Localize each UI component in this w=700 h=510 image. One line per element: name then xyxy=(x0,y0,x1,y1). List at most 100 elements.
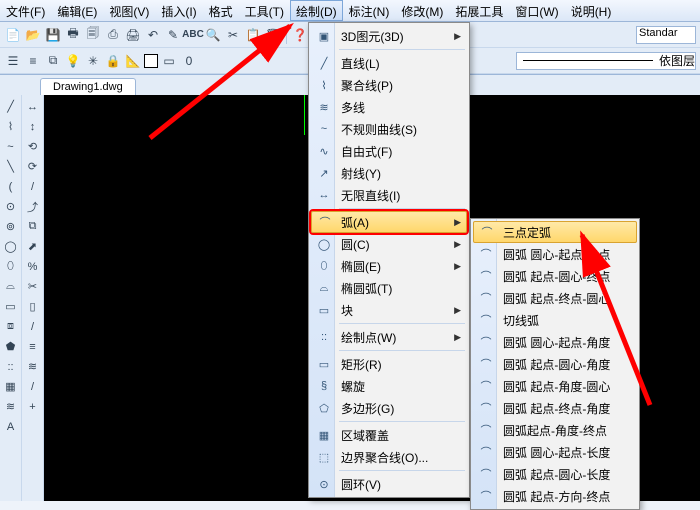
tool-button[interactable]: ⤴ xyxy=(24,198,41,215)
toolbar-button[interactable]: 💡 xyxy=(64,52,82,70)
tool-button[interactable]: / xyxy=(24,178,41,195)
menu-修改m[interactable]: 修改(M) xyxy=(395,0,449,21)
menu-item[interactable]: ⌒圆弧 圆心-起点-终点 xyxy=(473,243,637,265)
toolbar-button[interactable]: 🔍 xyxy=(204,26,222,44)
tool-button[interactable]: ≋ xyxy=(24,358,41,375)
tool-button[interactable]: ▯ xyxy=(24,298,41,315)
toolbar-button[interactable]: ✎ xyxy=(164,26,182,44)
menu-item[interactable]: §螺旋 xyxy=(311,375,467,397)
menu-item[interactable]: ⌒圆弧 起点-圆心-长度 xyxy=(473,463,637,485)
tool-button[interactable]: ╱ xyxy=(2,98,19,115)
menu-item[interactable]: ⌒圆弧 起点-终点-角度 xyxy=(473,397,637,419)
tool-button[interactable]: / xyxy=(24,378,41,395)
menu-item[interactable]: ▭矩形(R) xyxy=(311,353,467,375)
menu-窗口w[interactable]: 窗口(W) xyxy=(509,0,564,21)
document-tab[interactable]: Drawing1.dwg xyxy=(40,78,136,95)
toolbar-button[interactable]: ↶ xyxy=(144,26,162,44)
menu-item[interactable]: ⌒弧(A)▶ xyxy=(311,211,467,233)
tool-button[interactable]: ✂ xyxy=(24,278,41,295)
menu-item[interactable]: ⌒切线弧 xyxy=(473,309,637,331)
tool-button[interactable]: ( xyxy=(2,178,19,195)
menu-item[interactable]: ↔无限直线(I) xyxy=(311,184,467,206)
toolbar-button[interactable]: ⎙ xyxy=(104,26,122,44)
toolbar-button[interactable]: 📐 xyxy=(124,52,142,70)
menu-item[interactable]: ~不规则曲线(S) xyxy=(311,118,467,140)
toolbar-button[interactable]: ≡ xyxy=(24,52,42,70)
tool-button[interactable]: ◯ xyxy=(2,238,19,255)
menu-item[interactable]: ∿自由式(F) xyxy=(311,140,467,162)
toolbar-button[interactable]: ▭ xyxy=(160,52,178,70)
menu-说明h[interactable]: 说明(H) xyxy=(565,0,618,21)
menu-item[interactable]: ⬠多边形(G) xyxy=(311,397,467,419)
menu-item[interactable]: ::绘制点(W)▶ xyxy=(311,326,467,348)
tool-button[interactable]: ⊚ xyxy=(2,218,19,235)
menu-item[interactable]: ⌒圆弧 起点-方向-终点 xyxy=(473,485,637,507)
menu-编辑e[interactable]: 编辑(E) xyxy=(51,0,103,21)
toolbar-button[interactable]: ❓ xyxy=(291,26,309,44)
tool-button[interactable]: ↕ xyxy=(24,118,41,135)
menu-插入i[interactable]: 插入(I) xyxy=(155,0,202,21)
toolbar-button[interactable]: ABC xyxy=(184,26,202,44)
toolbar-button[interactable]: 🖨 xyxy=(124,26,142,44)
toolbar-button[interactable]: ✳ xyxy=(84,52,102,70)
menu-视图v[interactable]: 视图(V) xyxy=(103,0,155,21)
menu-item[interactable]: ⌒三点定弧 xyxy=(473,221,637,243)
menu-item[interactable]: ⬯椭圆(E)▶ xyxy=(311,255,467,277)
tool-button[interactable]: ▦ xyxy=(2,378,19,395)
menu-格式[interactable]: 格式 xyxy=(203,0,239,21)
tool-button[interactable]: ⬯ xyxy=(2,258,19,275)
tool-button[interactable]: + xyxy=(24,398,41,415)
toolbar-button[interactable]: ☰ xyxy=(4,52,22,70)
menu-item[interactable]: ⬚边界聚合线(O)... xyxy=(311,446,467,468)
color-swatch[interactable] xyxy=(144,54,158,68)
tool-button[interactable]: / xyxy=(24,318,41,335)
tool-button[interactable]: ≡ xyxy=(24,338,41,355)
toolbar-button[interactable]: ⧉ xyxy=(44,52,62,70)
toolbar-button[interactable]: 🗑 xyxy=(264,26,282,44)
toolbar-button[interactable]: 🖶 xyxy=(64,26,82,44)
text-style-combo[interactable]: Standar xyxy=(636,26,696,44)
toolbar-button[interactable]: ✂ xyxy=(224,26,242,44)
menu-item[interactable]: ⌒圆弧 起点-终点-圆心 xyxy=(473,287,637,309)
menu-item[interactable]: ⌒圆弧 圆心-起点-长度 xyxy=(473,441,637,463)
toolbar-button[interactable]: 📄 xyxy=(4,26,22,44)
menu-item[interactable]: ⌒圆弧 起点-角度-圆心 xyxy=(473,375,637,397)
tool-button[interactable]: ≋ xyxy=(2,398,19,415)
tool-button[interactable]: ⟳ xyxy=(24,158,41,175)
tool-button[interactable]: ↔ xyxy=(24,98,41,115)
tool-button[interactable]: % xyxy=(24,258,41,275)
menu-文件f[interactable]: 文件(F) xyxy=(0,0,51,21)
menu-item[interactable]: ⌇聚合线(P) xyxy=(311,74,467,96)
menu-item[interactable]: ▭块▶ xyxy=(311,299,467,321)
toolbar-button[interactable]: 💾 xyxy=(44,26,62,44)
menu-item[interactable]: ▣3D图元(3D)▶ xyxy=(311,25,467,47)
toolbar-button[interactable]: 📋 xyxy=(244,26,262,44)
tool-button[interactable]: ⧈ xyxy=(2,318,19,335)
tool-button[interactable]: ⌇ xyxy=(2,118,19,135)
menu-item[interactable]: ▦区域覆盖 xyxy=(311,424,467,446)
menu-item[interactable]: ↗射线(Y) xyxy=(311,162,467,184)
tool-button[interactable]: ⬟ xyxy=(2,338,19,355)
menu-item[interactable]: ⌒圆弧 圆心-起点-角度 xyxy=(473,331,637,353)
tool-button[interactable]: ⬈ xyxy=(24,238,41,255)
menu-item[interactable]: ⌒圆弧 起点-圆心-终点 xyxy=(473,265,637,287)
toolbar-button[interactable]: 🗐 xyxy=(84,26,102,44)
menu-item[interactable]: ⊙圆环(V) xyxy=(311,473,467,495)
menu-item[interactable]: ╱直线(L) xyxy=(311,52,467,74)
menu-item[interactable]: ⌒圆弧起点-角度-终点 xyxy=(473,419,637,441)
menu-标注n[interactable]: 标注(N) xyxy=(343,0,396,21)
tool-button[interactable]: ⊙ xyxy=(2,198,19,215)
menu-item[interactable]: ⌒圆弧 起点-圆心-角度 xyxy=(473,353,637,375)
tool-button[interactable]: ⌓ xyxy=(2,278,19,295)
tool-button[interactable]: ~ xyxy=(2,138,19,155)
menu-绘制d[interactable]: 绘制(D) xyxy=(290,0,343,21)
tool-button[interactable]: ⟲ xyxy=(24,138,41,155)
tool-button[interactable]: A xyxy=(2,418,19,435)
tool-button[interactable]: ╲ xyxy=(2,158,19,175)
toolbar-button[interactable]: 0 xyxy=(180,52,198,70)
layer-linetype-combo[interactable]: 依图层 xyxy=(516,52,696,70)
menu-item[interactable]: ⌓椭圆弧(T) xyxy=(311,277,467,299)
toolbar-button[interactable]: 📂 xyxy=(24,26,42,44)
menu-item[interactable]: ◯圆(C)▶ xyxy=(311,233,467,255)
menu-工具t[interactable]: 工具(T) xyxy=(239,0,290,21)
